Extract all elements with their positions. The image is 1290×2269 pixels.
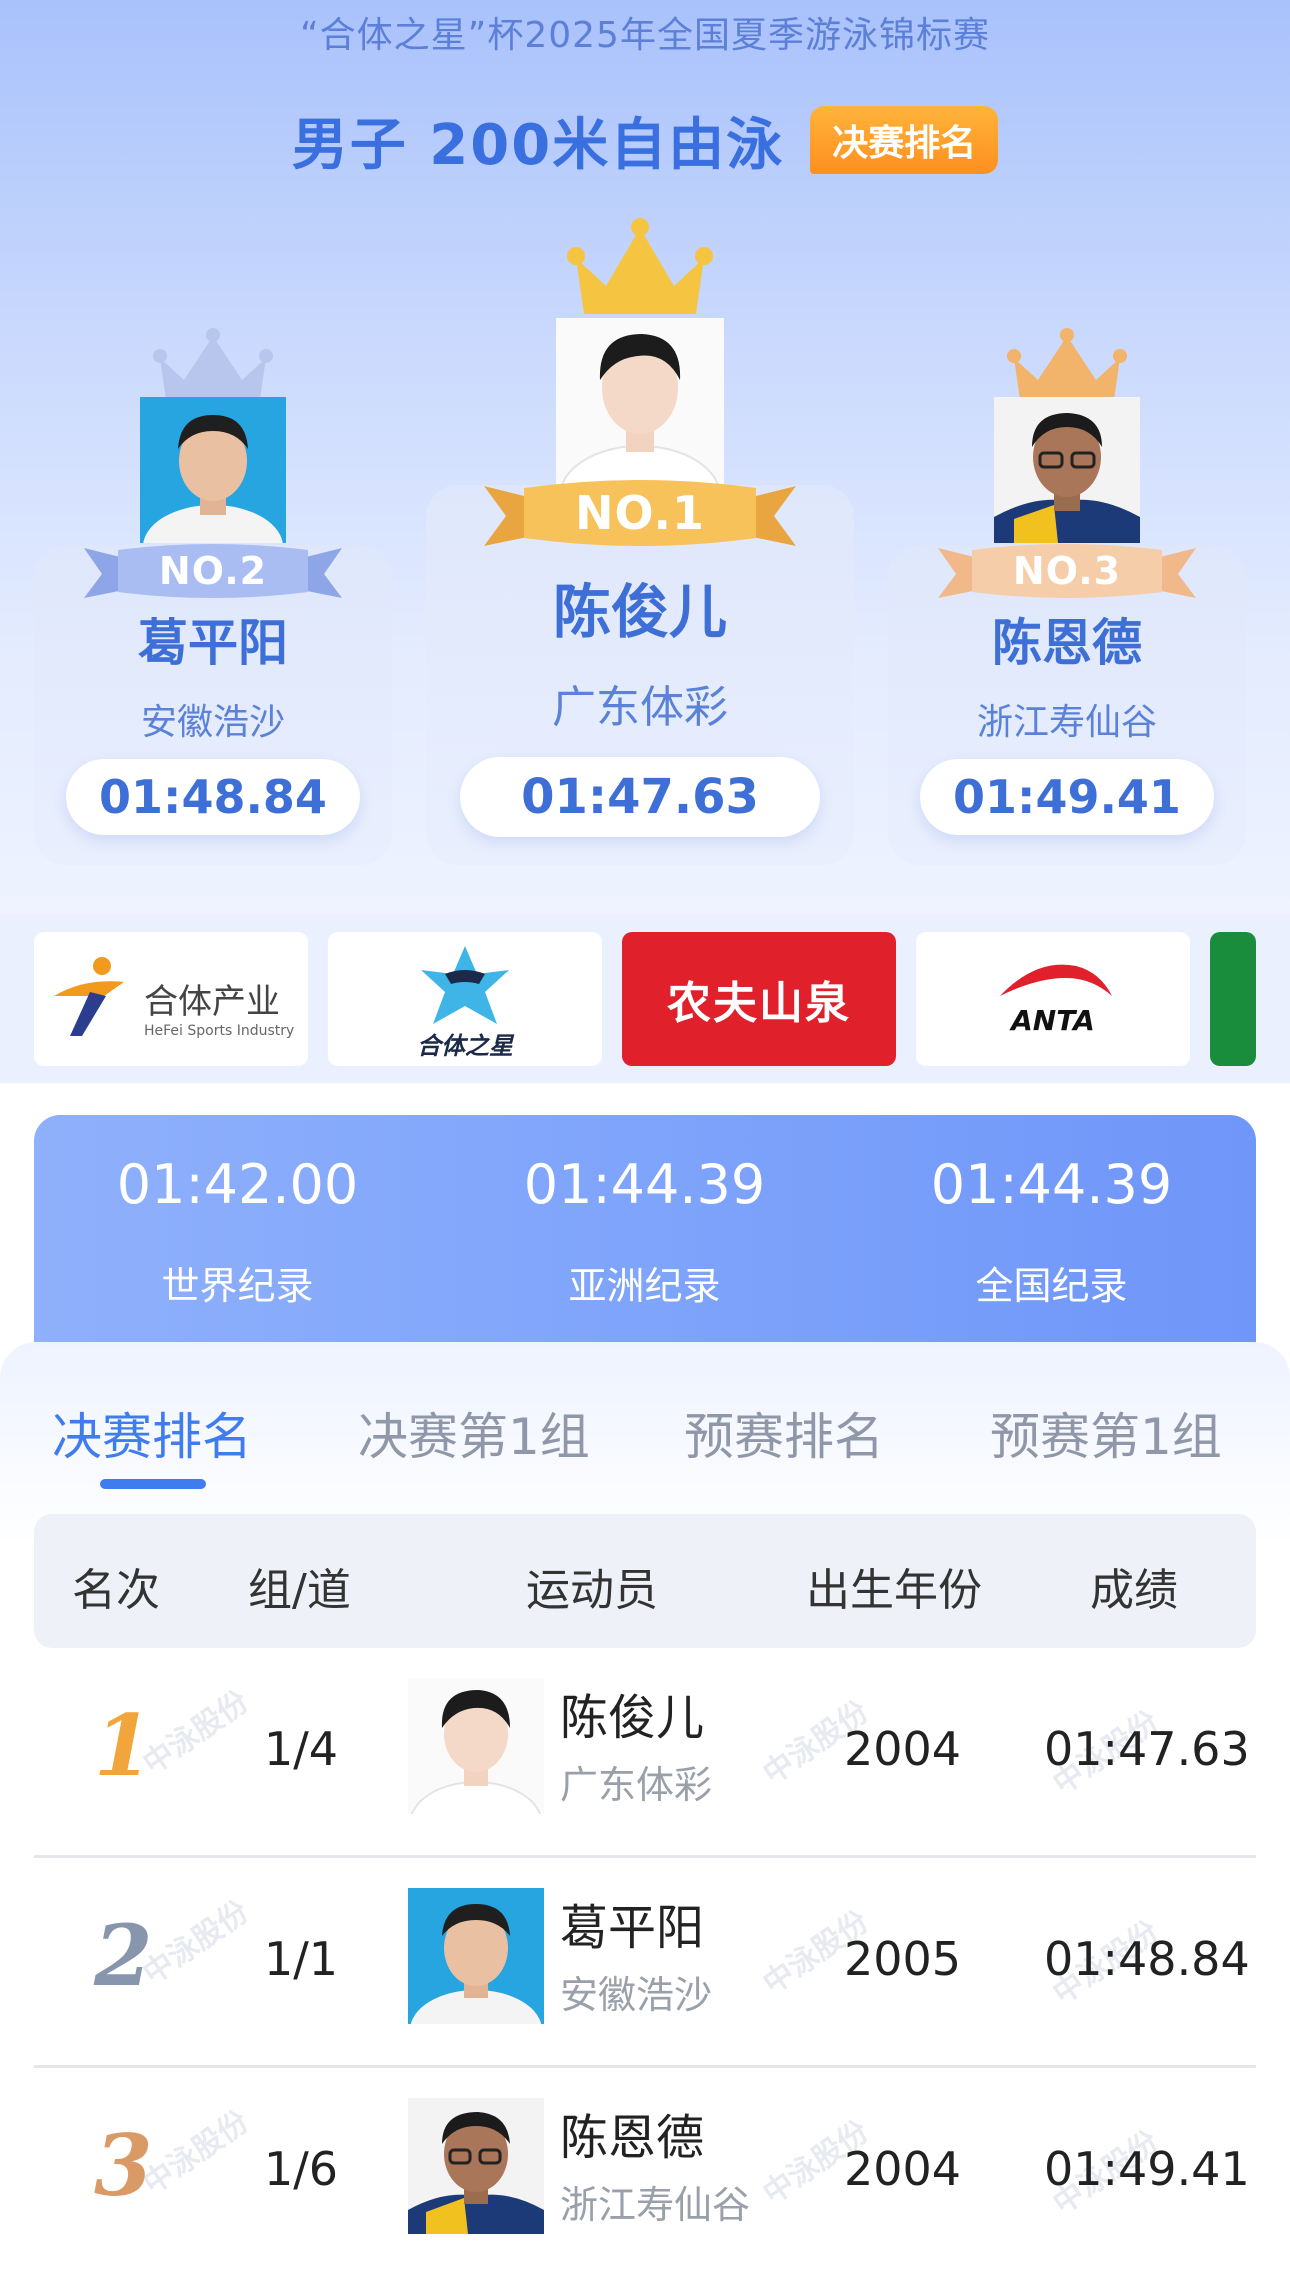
table-header: 名次 组/道 运动员 出生年份 成绩 [34,1514,1256,1648]
race-stage-badge: 决赛排名 [810,106,999,174]
podium-team: 广东体彩 [552,682,728,733]
rank-label: NO.2 [158,549,268,593]
athlete-photo-icon [140,397,286,543]
sponsor-text: 合体产业 HeFei Sports Industry [144,974,294,1039]
record-label: 亚洲纪录 [568,1264,721,1308]
group-lane: 1/1 [264,1932,339,1986]
rank-label: NO.3 [1012,549,1122,593]
record-time: 01:44.39 [930,1153,1173,1216]
podium-team: 安徽浩沙 [140,702,285,743]
podium-name: 葛平阳 [138,614,288,672]
header-athlete: 运动员 [526,1565,658,1616]
record-national: 01:44.39 全国纪录 [848,1115,1255,1345]
athlete-team: 广东体彩 [560,1763,713,1807]
hefei-sports-logo-icon [54,957,124,1036]
athlete-name: 陈俊儿 [560,1690,705,1746]
group-lane: 1/4 [264,1722,339,1776]
result-time: 01:47.63 [1044,1722,1250,1776]
race-title-row: 男子 200米自由泳 决赛排名 [0,100,1290,180]
rank-number: 3 [94,2116,153,2215]
tab-final-ranking[interactable]: 决赛排名 [52,1397,252,1469]
athlete-avatar [408,2098,544,2234]
table-row[interactable]: 中泳股份 中泳股份 中泳股份 中泳股份 2 1/1 葛平阳 安徽浩沙 2005 … [34,1858,1256,2068]
avatar-first [556,318,724,486]
athlete-photo-icon [556,318,724,486]
sponsor-heti-star[interactable]: 合体之星 [328,932,602,1066]
athlete-photo-icon [994,397,1140,543]
sponsor-subtitle: HeFei Sports Industry [144,1023,295,1039]
result-time: 01:48.84 [1044,1932,1250,1986]
results-page: “合体之星”杯2025年全国夏季游泳锦标赛 男子 200米自由泳 决赛排名 葛平… [0,0,1290,2269]
gold-crown-icon [567,218,713,314]
active-tab-indicator [100,1479,206,1489]
athlete-photo-icon [408,2098,544,2234]
record-label: 世界纪录 [161,1264,314,1308]
rank-ribbon-first: NO.1 [484,476,796,550]
rank-ribbon-second: NO.2 [84,540,342,602]
race-title: 男子 200米自由泳 [291,112,785,178]
birth-year: 2004 [844,2142,962,2196]
athlete-avatar [408,1888,544,2024]
sponsor-anta[interactable]: ANTA [916,932,1190,1066]
birth-year: 2004 [844,1722,962,1776]
results-panel: 决赛排名 决赛第1组 预赛排名 预赛第1组 名次 组/道 运动员 出生年份 成绩… [0,1342,1290,2269]
birth-year: 2005 [844,1932,962,1986]
athlete-name: 葛平阳 [560,1900,705,1956]
record-time: 01:42.00 [116,1153,359,1216]
table-row[interactable]: 中泳股份 中泳股份 中泳股份 中泳股份 3 1/6 陈恩德 浙江寿仙谷 [34,2068,1256,2269]
athlete-team: 安徽浩沙 [560,1973,713,2017]
anta-swoosh-icon [1000,964,1112,996]
podium-time: 01:49.41 [920,759,1214,835]
athlete-photo-icon [408,1678,544,1814]
bronze-crown-icon [1007,328,1127,400]
rank-number: 2 [94,1906,153,2005]
athlete-avatar [408,1678,544,1814]
tab-heat-ranking[interactable]: 预赛排名 [684,1397,884,1469]
podium-team: 浙江寿仙谷 [976,702,1157,743]
event-title: “合体之星”杯2025年全国夏季游泳锦标赛 [300,15,990,56]
tab-heat-group-1[interactable]: 预赛第1组 [990,1397,1222,1469]
record-asia: 01:44.39 亚洲纪录 [441,1115,848,1345]
sponsor-name: 农夫山泉 [667,978,851,1029]
group-lane: 1/6 [264,2142,339,2196]
rank-ribbon-third: NO.3 [938,540,1196,602]
podium-time: 01:47.63 [460,757,820,837]
podium-time: 01:48.84 [66,759,360,835]
athlete-photo-icon [408,1888,544,2024]
records-banner: 01:42.00 世界纪录 01:44.39 亚洲纪录 01:44.39 全国纪… [34,1115,1256,1345]
record-world: 01:42.00 世界纪录 [34,1115,441,1345]
header-birth-year: 出生年份 [806,1565,982,1616]
avatar-third [994,397,1140,543]
athlete-team: 浙江寿仙谷 [560,2183,751,2227]
sponsor-name: ANTA [1011,1004,1095,1037]
sponsor-strip[interactable]: 合体产业 HeFei Sports Industry 合体之星 农夫山泉 ANT… [0,915,1290,1083]
podium-name: 陈恩德 [992,614,1142,672]
podium-name: 陈俊儿 [552,578,727,646]
athlete-name: 陈恩德 [560,2110,705,2166]
record-time: 01:44.39 [523,1153,766,1216]
sponsor-partial[interactable] [1210,932,1256,1066]
header-group-lane: 组/道 [248,1565,351,1616]
result-time: 01:49.41 [1044,2142,1250,2196]
record-label: 全国纪录 [975,1264,1128,1308]
silver-crown-icon [153,328,273,400]
sponsor-name: 合体之星 [417,1032,513,1060]
sponsor-name: 合体产业 [144,982,280,1022]
sponsor-hefei-sports[interactable]: 合体产业 HeFei Sports Industry [34,932,308,1066]
header-result: 成绩 [1090,1565,1178,1616]
tab-final-group-1[interactable]: 决赛第1组 [358,1397,590,1469]
avatar-second [140,397,286,543]
rank-label: NO.1 [574,486,706,540]
sponsor-nongfu-spring[interactable]: 农夫山泉 [622,932,896,1066]
header-rank: 名次 [72,1565,160,1616]
rank-number: 1 [94,1696,153,1795]
results-header: “合体之星”杯2025年全国夏季游泳锦标赛 男子 200米自由泳 决赛排名 葛平… [0,0,1290,915]
heti-star-mascot-icon [421,946,509,1024]
table-row[interactable]: 中泳股份 中泳股份 中泳股份 中泳股份 1 1/4 陈俊儿 广东体彩 2004 … [34,1648,1256,1858]
